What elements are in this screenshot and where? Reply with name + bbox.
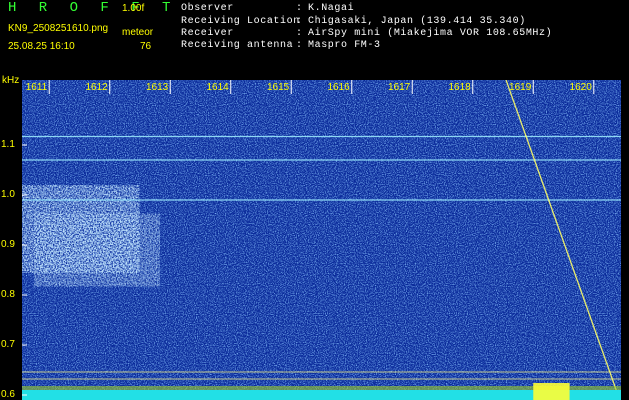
x-tick-label: 1618 [449, 82, 472, 93]
info-sep: : [296, 3, 303, 14]
bottom-band [22, 390, 621, 400]
info-value-receiver: AirSpy mini (Miakejima VOR 108.65MHz) [308, 28, 553, 39]
meteor-count: 76 [140, 41, 152, 52]
x-tick-label: 1617 [388, 82, 411, 93]
x-tick-label: 1614 [206, 82, 229, 93]
version-label: 1.00f [122, 3, 145, 14]
spectrogram-chart: 1611 1612 1613 1614 1615 1616 1617 1618 1619 1620 [22, 80, 621, 400]
y-tick-label: 1.0 [1, 189, 15, 200]
info-sep: : [296, 28, 303, 39]
bottom-band-edge [22, 386, 621, 390]
y-tick-label: 0.7 [1, 339, 15, 350]
y-axis-unit: kHz [2, 75, 20, 86]
x-tick-label: 1619 [509, 82, 532, 93]
y-tick-label: 0.6 [1, 389, 15, 400]
info-value-location: Chigasaki, Japan (139.414 35.340) [308, 16, 526, 27]
x-tick-label: 1616 [328, 82, 351, 93]
x-tick-label: 1615 [267, 82, 290, 93]
info-value-antenna: Maspro FM-3 [308, 40, 381, 51]
info-label-location: Receiving Location [181, 16, 300, 27]
y-tick-label: 0.8 [1, 289, 15, 300]
y-tick-label: 1.1 [1, 139, 15, 150]
info-label-antenna: Receiving antenna [181, 40, 294, 51]
x-tick-label: 1612 [85, 82, 108, 93]
x-tick-label: 1613 [146, 82, 169, 93]
noise-texture [22, 80, 621, 400]
info-value-observer: K.Nagai [308, 3, 355, 14]
meteor-label: meteor [122, 27, 154, 38]
info-label-observer: Observer [181, 3, 234, 14]
filename-label: KN9_2508251610.png [8, 23, 109, 34]
x-tick-label: 1611 [26, 82, 48, 93]
info-label-receiver: Receiver [181, 28, 234, 39]
info-sep: : [296, 40, 303, 51]
datetime-label: 25.08.25 16:10 [8, 41, 75, 52]
bottom-bright-region [533, 383, 570, 400]
x-tick-label: 1620 [570, 82, 593, 93]
info-sep: : [296, 16, 303, 27]
y-tick-label: 0.9 [1, 239, 15, 250]
app-title: H R O F F T [8, 0, 178, 16]
